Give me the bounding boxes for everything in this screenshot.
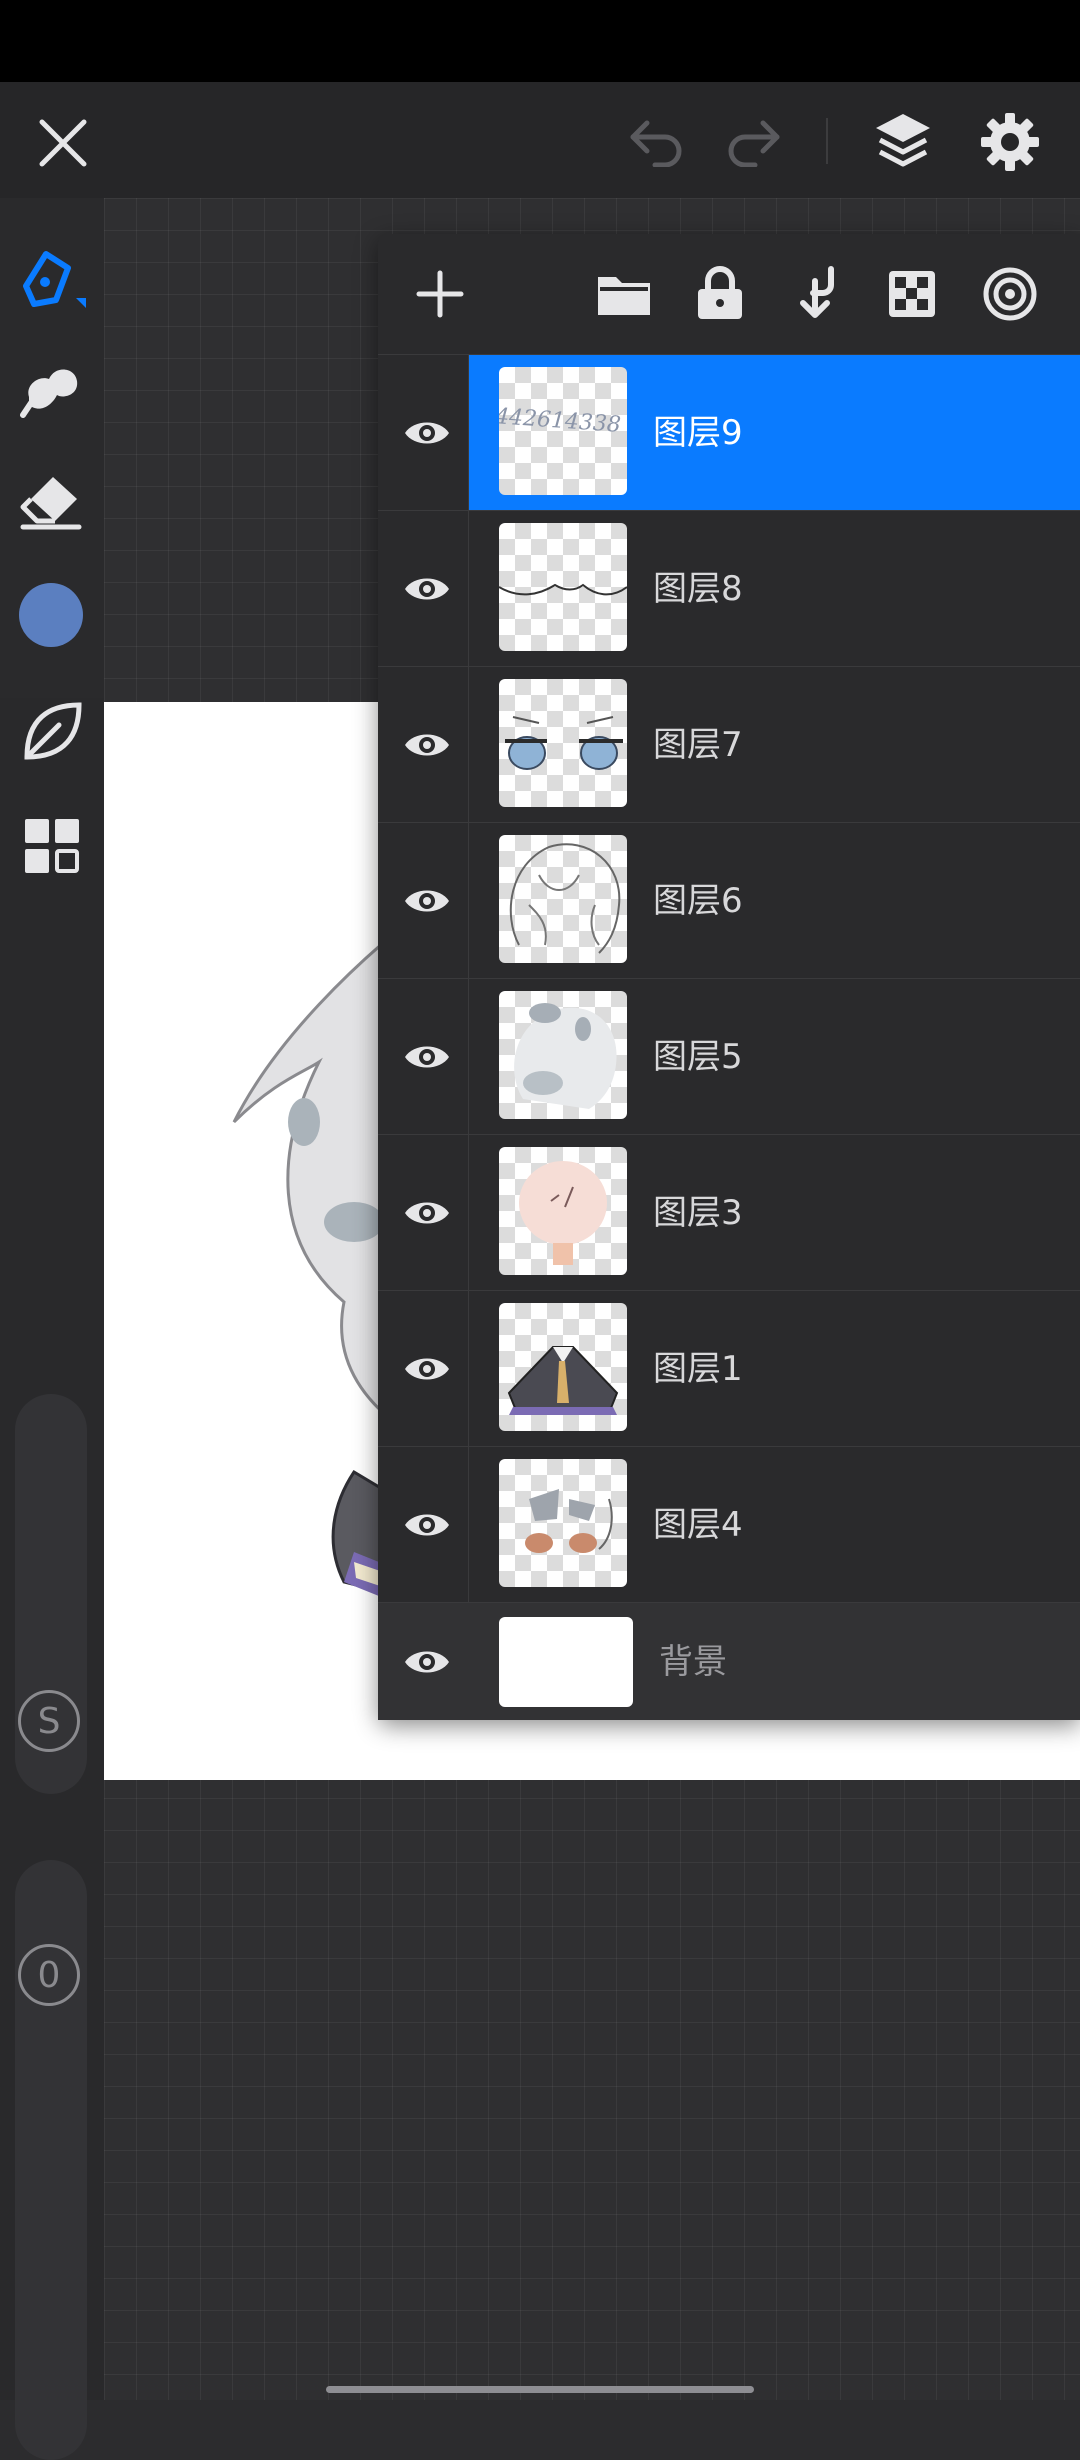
layers-icon[interactable] [868,106,938,176]
layer-row[interactable]: 图层1 [378,1290,1080,1446]
home-indicator[interactable] [326,2386,754,2393]
eye-icon[interactable] [396,1341,458,1397]
layer-thumbnail [499,523,627,651]
eye-icon[interactable] [396,1497,458,1553]
layer-content[interactable]: 图层5 [469,979,1080,1134]
target-icon[interactable] [978,262,1042,326]
layer-name: 图层7 [653,725,743,765]
eye-icon[interactable] [396,1634,458,1690]
layer-row[interactable]: 图层6 [378,822,1080,978]
layer-content[interactable]: 背景 [469,1603,1080,1720]
layer-row[interactable]: 图层8 [378,510,1080,666]
layer-content[interactable]: 图层7 [469,667,1080,822]
pen-tool-icon[interactable] [12,238,92,318]
brush-size-knob[interactable]: S [18,1690,80,1752]
layer-name: 图层8 [653,569,743,609]
layer-content[interactable]: 图层6 [469,823,1080,978]
layers-panel: 442614338 图层9 图层8 图层7 图层6 图层5 图层3 图层1 图层… [378,234,1080,1720]
add-icon[interactable] [410,264,470,324]
layer-thumbnail [499,1147,627,1275]
layer-thumbnail [499,1617,633,1707]
layer-list: 442614338 图层9 图层8 图层7 图层6 图层5 图层3 图层1 图层… [378,354,1080,1720]
layer-content[interactable]: 图层4 [469,1447,1080,1602]
brush-opacity-knob[interactable]: 0 [18,1944,80,2006]
layer-thumbnail [499,835,627,963]
tool-group [0,198,104,698]
layer-thumbnail [499,679,627,807]
close-icon[interactable] [28,108,98,178]
undo-icon[interactable] [622,112,692,172]
layer-name: 图层3 [653,1193,743,1233]
layer-thumbnail [499,1459,627,1587]
layer-row[interactable]: 442614338 图层9 [378,354,1080,510]
eye-icon[interactable] [396,405,458,461]
eye-icon[interactable] [396,561,458,617]
thumbnail-text: 442614338 [499,404,622,438]
color-swatch[interactable] [19,583,83,647]
layer-content[interactable]: 图层3 [469,1135,1080,1290]
redo-icon[interactable] [718,112,788,172]
layer-thumbnail [499,991,627,1119]
layer-content[interactable]: 442614338 图层9 [469,355,1080,510]
layers-toolbar [378,234,1080,354]
status-bar [0,0,1080,82]
toolbar-divider [826,118,828,164]
transparency-icon[interactable] [882,264,942,324]
eye-icon[interactable] [396,1185,458,1241]
layer-name: 图层1 [653,1349,743,1389]
eye-icon[interactable] [396,717,458,773]
layer-name: 背景 [659,1642,727,1682]
top-toolbar [0,82,1080,198]
layer-thumbnail: 442614338 [499,367,627,495]
background-layer-row[interactable]: 背景 [378,1602,1080,1720]
layer-name: 图层6 [653,881,743,921]
layer-row[interactable]: 图层4 [378,1446,1080,1602]
layer-row[interactable]: 图层7 [378,666,1080,822]
eraser-tool-icon[interactable] [12,462,92,542]
layer-name: 图层4 [653,1505,743,1545]
eye-icon[interactable] [396,873,458,929]
eye-icon[interactable] [396,1029,458,1085]
layer-row[interactable]: 图层3 [378,1134,1080,1290]
grid-tool-icon[interactable] [12,806,92,886]
gear-icon[interactable] [974,106,1046,178]
layer-name: 图层5 [653,1037,743,1077]
layer-content[interactable]: 图层1 [469,1291,1080,1446]
layer-name: 图层9 [653,413,743,453]
layer-row[interactable]: 图层5 [378,978,1080,1134]
smudge-tool-icon[interactable] [12,348,92,428]
merge-down-icon[interactable] [786,262,846,324]
lock-icon[interactable] [690,262,750,324]
layer-content[interactable]: 图层8 [469,511,1080,666]
leaf-tool-icon[interactable] [12,692,92,772]
layer-thumbnail [499,1303,627,1431]
folder-icon[interactable] [592,264,656,324]
